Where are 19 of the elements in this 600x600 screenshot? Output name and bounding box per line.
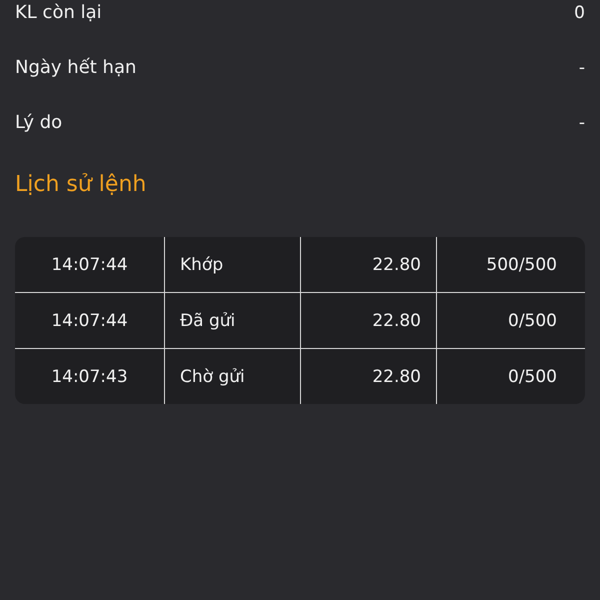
table-cell: 22.80 [372, 366, 421, 386]
table-cell: 22.80 [372, 254, 421, 274]
table-cell: 0/500 [508, 366, 557, 386]
table-cell: Đã gửi [180, 310, 236, 330]
table-cell: 500/500 [486, 254, 557, 274]
table-cell: 14:07:44 [51, 254, 128, 274]
detail-value: - [578, 112, 585, 132]
detail-label: Ngày hết hạn [15, 57, 136, 78]
table-cell: 22.80 [372, 310, 421, 330]
detail-label: Lý do [15, 112, 62, 133]
table-cell: 14:07:43 [51, 366, 128, 386]
section-heading: Lịch sử lệnh [15, 171, 148, 199]
detail-value: - [578, 58, 585, 78]
table-cell: Khớp [180, 254, 224, 274]
table-cell: Chờ gửi [180, 366, 245, 386]
table-cell: 14:07:44 [51, 310, 128, 330]
detail-label: KL còn lại [15, 2, 102, 23]
table-cell: 0/500 [508, 310, 557, 330]
detail-value: 0 [574, 2, 585, 22]
